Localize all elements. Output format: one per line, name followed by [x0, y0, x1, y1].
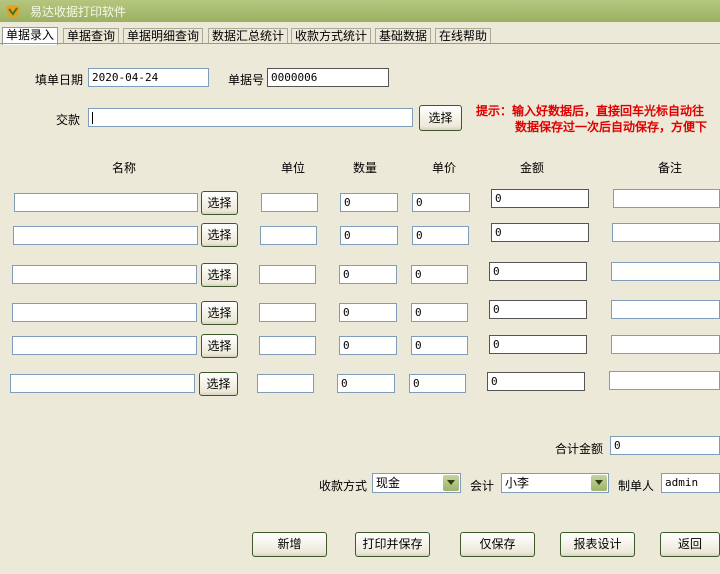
chevron-down-icon[interactable]	[443, 475, 459, 491]
save-only-button[interactable]: 仅保存	[460, 532, 535, 557]
payment-method-value: 现金	[376, 476, 401, 490]
row-price-input[interactable]: 0	[409, 374, 466, 393]
tab-payment-stats[interactable]: 收款方式统计	[291, 28, 372, 44]
row-name-input[interactable]	[14, 193, 198, 212]
row-name-input[interactable]	[12, 336, 197, 355]
row-note-input[interactable]	[611, 300, 720, 319]
row-name-input[interactable]	[12, 303, 197, 322]
row-unit-input[interactable]	[259, 336, 316, 355]
row-price-input[interactable]: 0	[412, 193, 470, 212]
row-price-input[interactable]: 0	[411, 303, 468, 322]
row-select-button[interactable]: 选择	[201, 334, 238, 358]
row-qty-input[interactable]: 0	[339, 336, 397, 355]
window-title: 易达收据打印软件	[30, 5, 127, 19]
tab-bar: 单据录入 单据查询 单据明细查询 数据汇总统计 收款方式统计 基础数据 在线帮助	[0, 27, 720, 45]
row-name-input[interactable]	[12, 265, 197, 284]
row-qty-input[interactable]: 0	[339, 265, 397, 284]
tab-detail-query[interactable]: 单据明细查询	[123, 28, 204, 44]
row-amount-input[interactable]: 0	[491, 189, 589, 208]
app-icon	[6, 5, 20, 18]
print-and-save-button[interactable]: 打印并保存	[355, 532, 430, 557]
row-select-button[interactable]: 选择	[201, 263, 238, 287]
date-input[interactable]: 2020-04-24	[88, 68, 209, 87]
hint-line1: 提示：输入好数据后，直接回车光标自动往	[476, 104, 705, 118]
tab-divider	[0, 43, 720, 44]
accountant-label: 会计	[470, 479, 495, 493]
row-select-button[interactable]: 选择	[201, 301, 238, 325]
receipt-no-label: 单据号	[228, 73, 265, 87]
payer-select-button[interactable]: 选择	[419, 105, 462, 131]
row-note-input[interactable]	[609, 371, 720, 390]
column-header-name: 名称	[112, 161, 137, 175]
row-price-input[interactable]: 0	[412, 226, 469, 245]
row-note-input[interactable]	[611, 262, 720, 281]
new-button[interactable]: 新增	[252, 532, 327, 557]
row-price-input[interactable]: 0	[411, 265, 468, 284]
row-price-input[interactable]: 0	[411, 336, 468, 355]
accountant-select[interactable]: 小李	[501, 473, 609, 493]
report-design-button[interactable]: 报表设计	[560, 532, 635, 557]
row-name-input[interactable]	[13, 226, 198, 245]
title-bar: 易达收据打印软件	[0, 0, 720, 22]
maker-input[interactable]: admin	[661, 473, 720, 493]
payment-method-select[interactable]: 现金	[372, 473, 461, 493]
date-label: 填单日期	[35, 73, 84, 87]
payment-method-label: 收款方式	[319, 479, 368, 493]
tab-online-help[interactable]: 在线帮助	[435, 28, 492, 44]
row-amount-input[interactable]: 0	[491, 223, 589, 242]
row-select-button[interactable]: 选择	[201, 191, 238, 215]
row-amount-input[interactable]: 0	[489, 335, 587, 354]
row-qty-input[interactable]: 0	[340, 193, 398, 212]
column-header-qty: 数量	[353, 161, 378, 175]
receipt-no-input[interactable]: 0000006	[267, 68, 389, 87]
row-select-button[interactable]: 选择	[201, 223, 238, 247]
tab-basic-data[interactable]: 基础数据	[375, 28, 432, 44]
row-select-button[interactable]: 选择	[199, 372, 238, 396]
text-cursor	[92, 112, 93, 124]
tab-query[interactable]: 单据查询	[63, 28, 120, 44]
hint-line2: 数据保存过一次后自动保存，方便下	[515, 120, 708, 134]
column-header-price: 单价	[432, 161, 457, 175]
row-note-input[interactable]	[611, 335, 720, 354]
row-qty-input[interactable]: 0	[339, 303, 397, 322]
row-unit-input[interactable]	[261, 193, 318, 212]
chevron-down-icon[interactable]	[591, 475, 607, 491]
row-amount-input[interactable]: 0	[489, 262, 587, 281]
row-qty-input[interactable]: 0	[337, 374, 395, 393]
accountant-value: 小李	[505, 476, 530, 490]
row-qty-input[interactable]: 0	[340, 226, 398, 245]
row-unit-input[interactable]	[259, 265, 316, 284]
row-name-input[interactable]	[10, 374, 195, 393]
row-unit-input[interactable]	[257, 374, 314, 393]
row-unit-input[interactable]	[259, 303, 316, 322]
row-amount-input[interactable]: 0	[487, 372, 585, 391]
back-button[interactable]: 返回	[660, 532, 720, 557]
row-amount-input[interactable]: 0	[489, 300, 587, 319]
row-unit-input[interactable]	[260, 226, 317, 245]
tab-summary[interactable]: 数据汇总统计	[208, 28, 289, 44]
row-note-input[interactable]	[613, 189, 720, 208]
column-header-unit: 单位	[281, 161, 306, 175]
total-amount-input[interactable]: 0	[610, 436, 720, 455]
column-header-note: 备注	[658, 161, 683, 175]
maker-label: 制单人	[618, 479, 655, 493]
payer-input[interactable]	[88, 108, 413, 127]
column-header-amount: 金额	[520, 161, 545, 175]
payer-label: 交款	[56, 113, 81, 127]
total-label: 合计金额	[555, 442, 604, 456]
row-note-input[interactable]	[612, 223, 720, 242]
